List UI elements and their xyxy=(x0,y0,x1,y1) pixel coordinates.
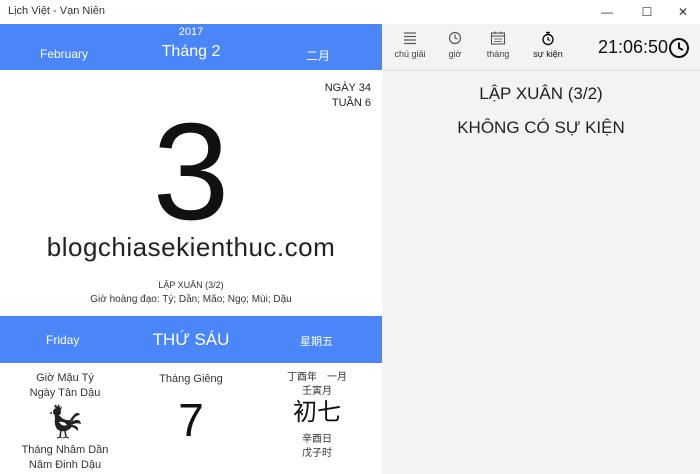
day-of-year: NGÀY 34 xyxy=(324,82,371,94)
window-title: Lịch Việt - Vạn Niên xyxy=(8,5,106,17)
tool-month-label: tháng xyxy=(486,49,510,59)
clock-icon[interactable] xyxy=(668,37,690,59)
weekday-chinese: 星期五 xyxy=(300,336,333,348)
lunar-month-label: Tháng Giêng xyxy=(159,373,223,385)
lunar-year: Năm Đinh Dậu xyxy=(28,459,102,471)
tool-events[interactable]: sự kiện xyxy=(528,30,568,59)
tool-legend-label: chú giải xyxy=(394,49,426,59)
tool-hour-label: giờ xyxy=(448,49,462,59)
title-bar: Lịch Việt - Vạn Niên — ☐ ✕ xyxy=(0,0,700,24)
lunar-day-number: 7 xyxy=(178,394,204,446)
watermark-text: blogchiasekienthuc.com xyxy=(46,232,336,262)
toolbar-divider xyxy=(382,70,700,71)
cn-month-stem: 壬寅月 xyxy=(302,386,332,397)
cn-day-stem: 辛酉日 xyxy=(302,434,332,445)
lunar-hour-day: Giờ Mậu Tý Ngày Tân Dậu xyxy=(0,371,130,401)
stopwatch-icon xyxy=(542,31,554,45)
tool-legend[interactable]: chú giải xyxy=(390,30,430,59)
tool-events-label: sự kiện xyxy=(533,49,563,59)
clock-icon xyxy=(448,31,462,45)
lunar-section: Giờ Mậu Tý Ngày Tân Dậu Tháng Nhâm Dần N… xyxy=(0,363,382,474)
clock-display: 21:06:50 xyxy=(598,37,669,57)
cn-footer: 辛酉日 戊子时 xyxy=(252,433,382,461)
toolbar: chú giải giờ tháng sự kiện 21:06:50 xyxy=(382,24,700,70)
event-title: LẬP XUÂN (3/2) xyxy=(479,84,603,103)
tool-month[interactable]: tháng xyxy=(478,30,518,59)
holiday-label: LẬP XUÂN (3/2) xyxy=(158,280,224,290)
cn-header: 丁酉年 一月 壬寅月 xyxy=(252,371,382,399)
tool-hour[interactable]: giờ xyxy=(435,30,475,59)
year-label: 2017 xyxy=(178,26,204,38)
cn-day: 初七 xyxy=(293,399,341,426)
cn-year-month: 丁酉年 一月 xyxy=(287,372,347,383)
minimize-button[interactable]: — xyxy=(590,0,624,24)
rooster-icon xyxy=(49,404,81,439)
events-panel: chú giải giờ tháng sự kiện 21:06:50 LẬP … xyxy=(382,24,700,474)
month-chinese: 二月 xyxy=(306,49,331,63)
list-icon xyxy=(404,32,416,45)
month-header: 2017 February Tháng 2 二月 xyxy=(0,24,382,70)
calendar-icon xyxy=(490,31,506,45)
day-number[interactable]: 3 xyxy=(0,102,382,242)
lunar-hour: Giờ Mậu Tý xyxy=(36,372,94,384)
close-button[interactable]: ✕ xyxy=(666,0,700,24)
good-hours-label: Giờ hoàng đạo: Tý; Dần; Mão; Ngọ; Mùi; D… xyxy=(90,294,292,305)
cn-hour-stem: 戊子时 xyxy=(302,448,332,459)
weekday-bar: Friday THỨ SÁU 星期五 xyxy=(0,316,382,363)
no-events-label: KHÔNG CÓ SỰ KIỆN xyxy=(457,118,625,137)
lunar-month: Tháng Nhâm Dần xyxy=(21,444,109,456)
maximize-button[interactable]: ☐ xyxy=(630,0,664,24)
lunar-day: Ngày Tân Dậu xyxy=(29,387,101,399)
calendar-panel: 2017 February Tháng 2 二月 NGÀY 34 TUẦN 6 … xyxy=(0,24,382,474)
lunar-month-year: Tháng Nhâm Dần Năm Đinh Dậu xyxy=(0,443,130,473)
